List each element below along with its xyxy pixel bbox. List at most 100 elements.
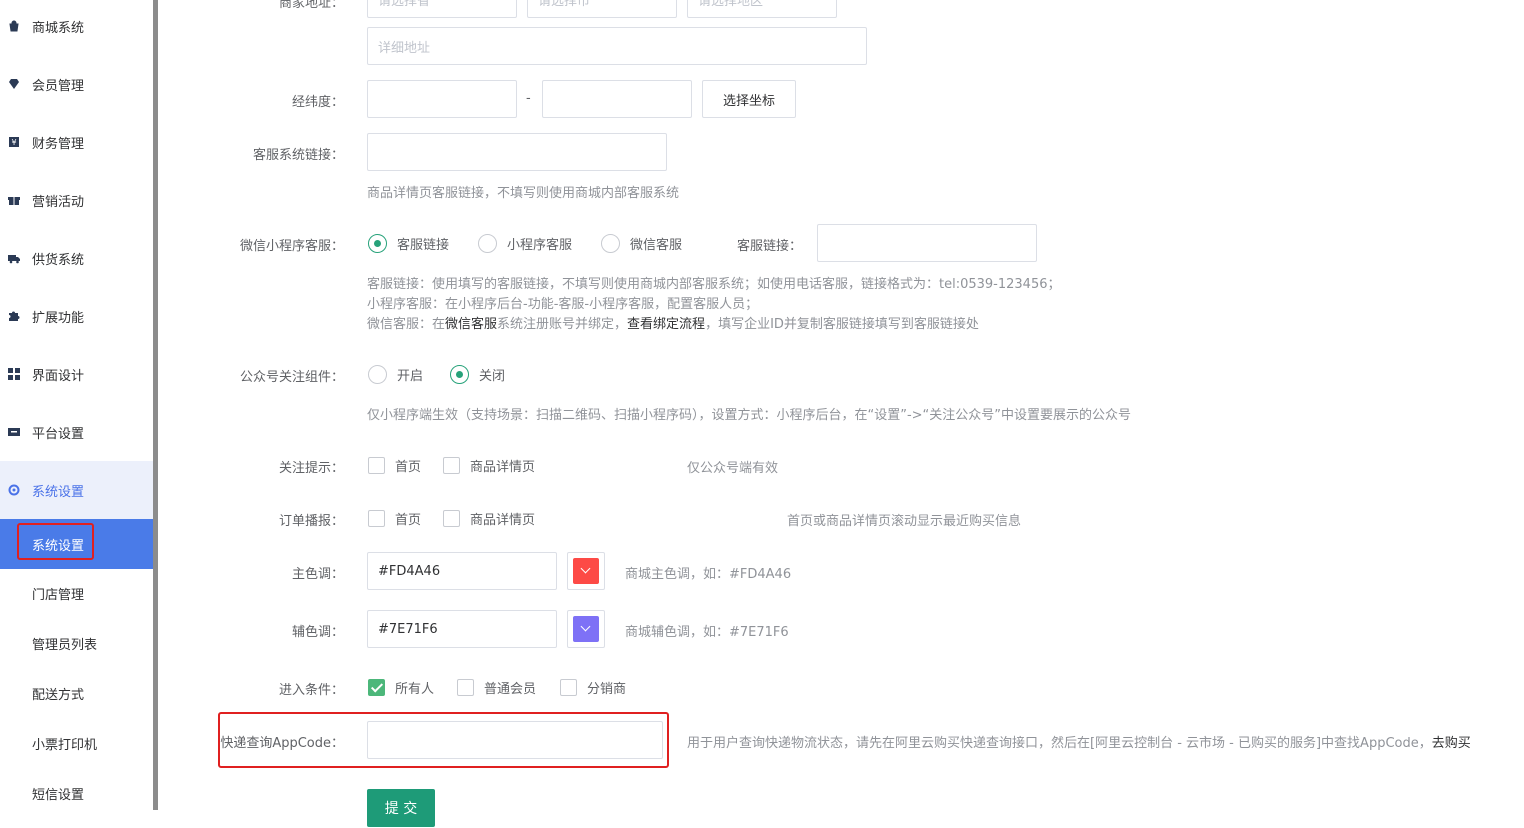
sidebar-item-label: 平台设置 <box>32 426 85 442</box>
radio-service-link[interactable]: 客服链接 <box>368 234 449 253</box>
province-placeholder: 请选择省 <box>378 0 431 9</box>
radio-dot <box>450 365 469 384</box>
sidebar-item-label: 商城系统 <box>32 20 85 36</box>
sidebar-item-extensions[interactable]: 扩展功能 <box>0 287 153 345</box>
sidebar-item-platform[interactable]: 平台设置 <box>0 403 153 461</box>
service-link-input[interactable] <box>367 133 667 171</box>
wechat-service-hint-1: 客服链接：使用填写的客服链接，不填写则使用商城内部客服系统；如使用电话客服，链接… <box>367 277 1061 292</box>
sub-color-hint: 商城辅色调，如：#7E71F6 <box>625 625 789 640</box>
sidebar-subitem-printer[interactable]: 小票打印机 <box>0 718 153 768</box>
radio-dot <box>368 365 387 384</box>
address-detail-placeholder: 详细地址 <box>378 40 431 56</box>
submit-button[interactable]: 提 交 <box>367 789 435 827</box>
sub-color-value: #7E71F6 <box>378 621 438 637</box>
latitude-input[interactable] <box>542 80 692 118</box>
follow-tip-label: 关注提示： <box>278 461 344 476</box>
province-select[interactable]: 请选择省 <box>367 0 517 18</box>
main-color-input[interactable]: #FD4A46 <box>367 552 557 590</box>
radio-official-on[interactable]: 开启 <box>368 365 423 384</box>
district-select[interactable]: 请选择地区 <box>687 0 837 18</box>
sidebar-item-label: 扩展功能 <box>32 310 85 326</box>
color-swatch <box>573 616 599 642</box>
checkbox-label: 商品详情页 <box>470 513 536 528</box>
radio-label: 微信客服 <box>630 238 683 253</box>
sidebar-subitem-stores[interactable]: 门店管理 <box>0 568 153 618</box>
sidebar-subitem-label: 门店管理 <box>32 587 85 603</box>
highlight-box <box>218 712 669 768</box>
wechat-service-link-input[interactable] <box>817 224 1037 262</box>
sidebar-subitem-sms[interactable]: 短信设置 <box>0 768 153 818</box>
sub-color-picker[interactable] <box>567 610 605 648</box>
sidebar-item-members[interactable]: 会员管理 <box>0 55 153 113</box>
sidebar: 商城系统 会员管理 ¥ 财务管理 营销活动 供货系统 扩展功能 界面设计 平台设… <box>0 0 153 828</box>
bag-icon <box>8 20 20 32</box>
sidebar-item-label: 营销活动 <box>32 194 85 210</box>
checkbox-box <box>560 679 577 696</box>
sidebar-item-label: 供货系统 <box>32 252 85 268</box>
address-detail-input[interactable]: 详细地址 <box>367 27 867 65</box>
radio-label: 小程序客服 <box>507 238 573 253</box>
hint-text: ，填写企业ID并复制客服链接填写到客服链接处 <box>705 317 979 332</box>
main-color-hint: 商城主色调，如：#FD4A46 <box>625 567 792 582</box>
checkbox-box <box>368 510 385 527</box>
entry-everyone-checkbox[interactable]: 所有人 <box>368 678 434 697</box>
wechat-service-link[interactable]: 微信客服 <box>445 317 497 332</box>
radio-official-off[interactable]: 关闭 <box>450 365 505 384</box>
radio-wechat-service[interactable]: 微信客服 <box>601 234 682 253</box>
order-broadcast-home-checkbox[interactable]: 首页 <box>368 509 421 528</box>
sidebar-item-system-settings[interactable]: 系统设置 <box>0 461 153 519</box>
entry-member-checkbox[interactable]: 普通会员 <box>457 678 536 697</box>
sidebar-subitem-admins[interactable]: 管理员列表 <box>0 618 153 668</box>
wechat-service-hint-3: 微信客服：在微信客服系统注册账号并绑定，查看绑定流程，填写企业ID并复制客服链接… <box>367 313 979 332</box>
gear-icon <box>8 484 20 496</box>
city-placeholder: 请选择市 <box>538 0 591 9</box>
appcode-hint: 用于用户查询快递物流状态，请先在阿里云购买快递查询接口，然后在[阿里云控制台 -… <box>687 732 1471 751</box>
address-label: 商家地址： <box>278 0 344 11</box>
coords-label: 经纬度： <box>291 95 344 110</box>
sidebar-item-finance[interactable]: ¥ 财务管理 <box>0 113 153 171</box>
entry-distributor-checkbox[interactable]: 分销商 <box>560 678 626 697</box>
checkbox-label: 首页 <box>395 460 422 475</box>
sidebar-item-marketing[interactable]: 营销活动 <box>0 171 153 229</box>
sidebar-item-mall[interactable]: 商城系统 <box>0 0 153 55</box>
buy-link[interactable]: 去购买 <box>1432 736 1471 751</box>
main-color-value: #FD4A46 <box>378 563 441 579</box>
sidebar-item-label: 界面设计 <box>32 368 85 384</box>
main-color-picker[interactable] <box>567 552 605 590</box>
checkbox-label: 首页 <box>395 513 422 528</box>
follow-tip-hint: 仅公众号端有效 <box>687 461 779 476</box>
follow-tip-detail-checkbox[interactable]: 商品详情页 <box>443 456 535 475</box>
radio-dot <box>601 234 620 253</box>
sidebar-scrollbar[interactable] <box>153 0 158 810</box>
checkbox-box <box>443 510 460 527</box>
radio-miniapp-service[interactable]: 小程序客服 <box>478 234 572 253</box>
highlight-box <box>17 523 94 560</box>
longitude-input[interactable] <box>367 80 517 118</box>
sidebar-item-design[interactable]: 界面设计 <box>0 345 153 403</box>
truck-icon <box>8 252 20 264</box>
sidebar-subitem-label: 配送方式 <box>32 687 85 703</box>
sub-color-input[interactable]: #7E71F6 <box>367 610 557 648</box>
city-select[interactable]: 请选择市 <box>527 0 677 18</box>
entry-label: 进入条件： <box>278 683 344 698</box>
coords-separator: - <box>526 91 531 106</box>
sidebar-subitem-delivery[interactable]: 配送方式 <box>0 668 153 718</box>
svg-text:¥: ¥ <box>11 138 16 147</box>
service-link-label: 客服系统链接： <box>252 148 344 163</box>
official-account-hint: 仅小程序端生效（支持场景：扫描二维码、扫描小程序码），设置方式：小程序后台，在“… <box>367 408 1132 423</box>
checkbox-box <box>457 679 474 696</box>
order-broadcast-detail-checkbox[interactable]: 商品详情页 <box>443 509 535 528</box>
gift-icon <box>8 194 20 206</box>
view-binding-process-link[interactable]: 查看绑定流程 <box>627 317 705 332</box>
radio-label: 客服链接 <box>397 238 450 253</box>
wechat-service-hint-2: 小程序客服：在小程序后台-功能-客服-小程序客服，配置客服人员； <box>367 297 759 312</box>
follow-tip-home-checkbox[interactable]: 首页 <box>368 456 421 475</box>
sidebar-item-supply[interactable]: 供货系统 <box>0 229 153 287</box>
choose-coords-button[interactable]: 选择坐标 <box>702 80 796 118</box>
layout-icon <box>8 368 20 380</box>
radio-label: 关闭 <box>479 369 506 384</box>
main-color-label: 主色调： <box>291 567 344 582</box>
yen-icon: ¥ <box>8 136 20 148</box>
color-swatch <box>573 558 599 584</box>
sidebar-subitem-label: 管理员列表 <box>32 637 98 653</box>
